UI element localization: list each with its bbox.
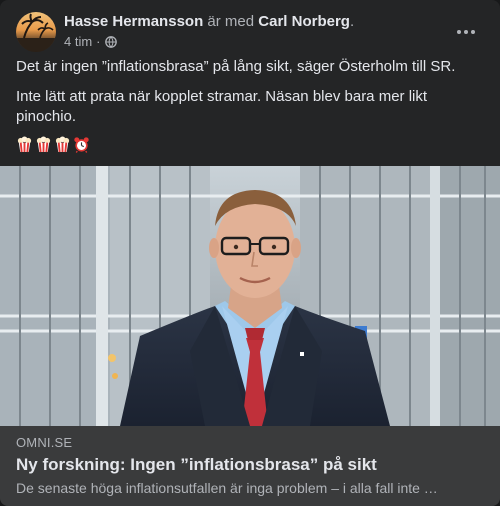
portrait-photo — [0, 166, 500, 426]
popcorn-emoji — [55, 136, 70, 153]
link-preview-image[interactable] — [0, 166, 500, 426]
avatar-image — [16, 13, 56, 52]
post-card: Hasse Hermansson är med Carl Norberg. 4 … — [0, 0, 500, 506]
globe-icon[interactable] — [104, 36, 117, 48]
link-description: De senaste höga inflationsutfallen är in… — [16, 480, 438, 496]
more-horizontal-icon — [457, 30, 475, 34]
author-avatar[interactable] — [16, 12, 56, 52]
tagged-name[interactable]: Carl Norberg — [258, 13, 350, 30]
post-author-line: Hasse Hermansson är med Carl Norberg. — [64, 12, 354, 32]
more-options-button[interactable] — [452, 18, 480, 46]
meta-separator: · — [96, 34, 101, 49]
link-domain: OMNI.SE — [16, 435, 73, 450]
post-paragraph-1: Det är ingen ”inflationsbrasa” på lång s… — [16, 58, 456, 75]
with-text: är med — [207, 13, 255, 30]
post-header: Hasse Hermansson är med Carl Norberg. 4 … — [16, 12, 484, 52]
author-name[interactable]: Hasse Hermansson — [64, 13, 203, 30]
link-title[interactable]: Ny forskning: Ingen ”inflationsbrasa” på… — [16, 455, 377, 475]
post-time[interactable]: 4 tim — [64, 34, 92, 50]
alarm-clock-emoji — [74, 137, 89, 153]
tagged-suffix: . — [349, 13, 355, 30]
post-paragraph-2: Inte lätt att prata när kopplet stramar.… — [16, 88, 428, 125]
post-meta: 4 tim · — [64, 34, 117, 50]
popcorn-emoji — [36, 136, 51, 153]
popcorn-emoji — [17, 136, 32, 153]
emoji-row — [16, 136, 90, 154]
post-text: Det är ingen ”inflationsbrasa” på lång s… — [16, 57, 484, 137]
link-preview[interactable]: OMNI.SE Ny forskning: Ingen ”inflationsb… — [0, 426, 500, 506]
